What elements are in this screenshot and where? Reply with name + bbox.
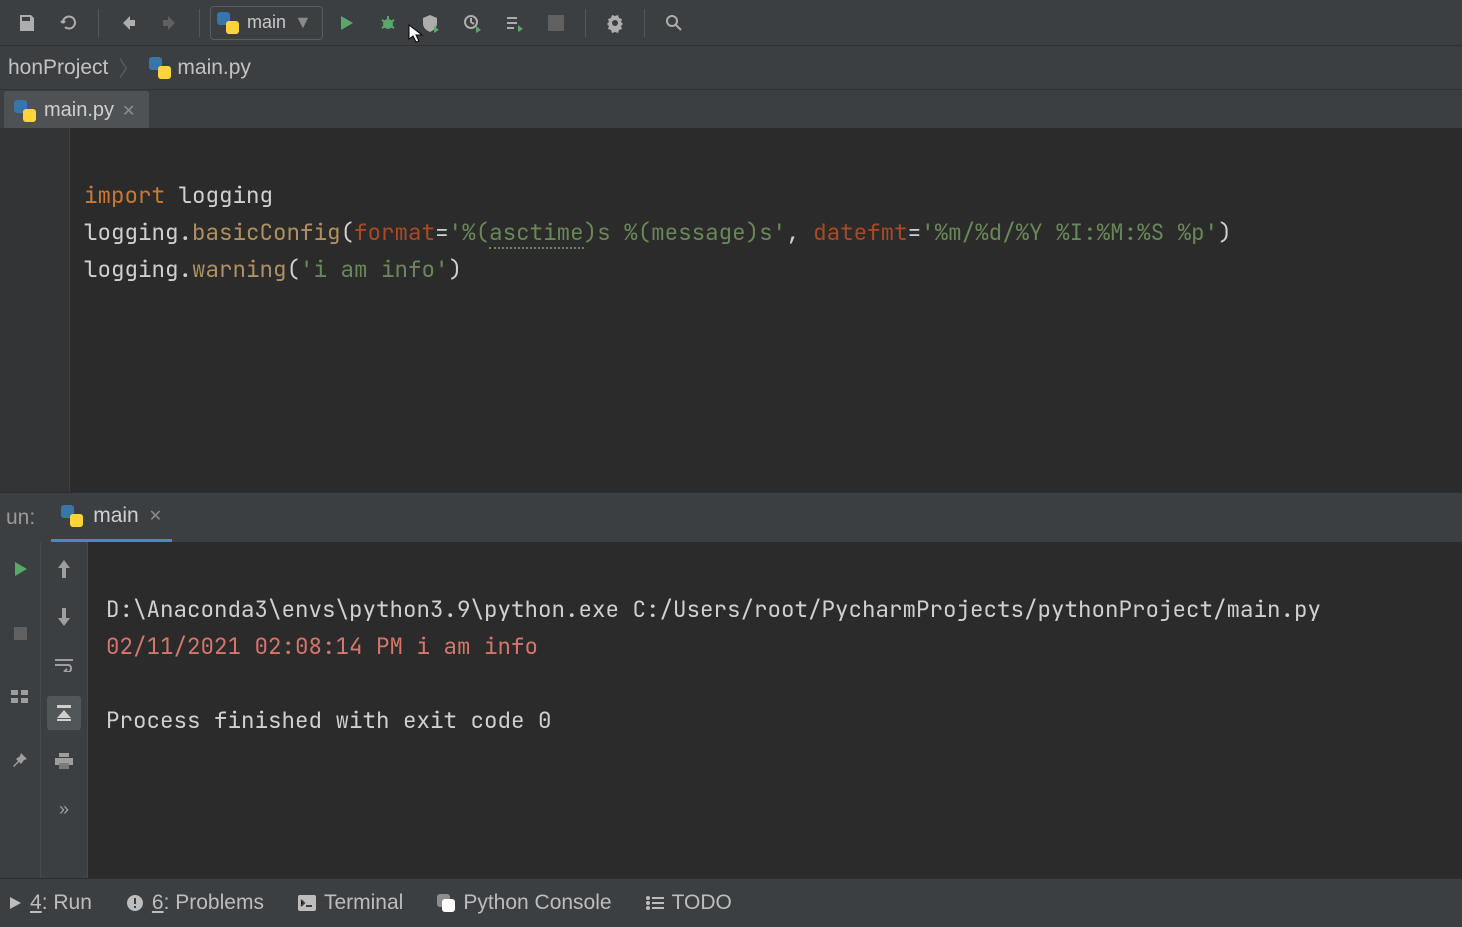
code-typo: asctime — [489, 217, 584, 249]
run-mid-gutter: » — [40, 542, 88, 878]
warning-icon — [126, 894, 144, 912]
code-str: '%m/%d/%Y %I:%M:%S %p' — [921, 217, 1218, 247]
code-text: , — [786, 217, 813, 247]
tool-terminal-label: Terminal — [324, 891, 403, 915]
run-config-selector[interactable]: main ▼ — [210, 6, 323, 40]
code-text: logging. — [84, 254, 192, 284]
scroll-up-icon[interactable] — [47, 552, 81, 586]
code-keyword: import — [84, 180, 165, 210]
editor-tab-label: main.py — [44, 99, 114, 122]
console-output[interactable]: D:\Anaconda3\envs\python3.9\python.exe C… — [88, 542, 1462, 878]
tool-python-console[interactable]: Python Console — [437, 891, 611, 915]
toolbar-separator — [199, 9, 200, 37]
code-str: )s %(message)s' — [584, 217, 787, 247]
code-text: ) — [1218, 217, 1232, 247]
stop-icon[interactable] — [537, 4, 575, 42]
run-anything-icon[interactable] — [495, 4, 533, 42]
run-panel-header: un: main ✕ — [0, 492, 1462, 542]
breadcrumb: honProject 〉 main.py — [0, 46, 1462, 90]
editor-tabbar: main.py ✕ — [0, 90, 1462, 128]
terminal-icon — [298, 895, 316, 911]
code-text: ) — [449, 254, 463, 284]
search-icon[interactable] — [655, 4, 693, 42]
close-icon[interactable]: ✕ — [149, 506, 162, 526]
code-func: basicConfig — [192, 217, 341, 247]
play-icon — [8, 896, 22, 910]
run-panel: » D:\Anaconda3\envs\python3.9\python.exe… — [0, 542, 1462, 878]
console-command: D:\Anaconda3\envs\python3.9\python.exe C… — [106, 594, 1321, 624]
console-warning: 02/11/2021 02:08:14 PM i am info — [106, 631, 538, 661]
rerun-icon[interactable] — [3, 552, 37, 586]
code-str: '%( — [449, 217, 490, 247]
python-icon — [217, 12, 239, 34]
python-icon — [61, 505, 83, 527]
toolbar-separator — [98, 9, 99, 37]
chevron-down-icon: ▼ — [294, 12, 312, 33]
debug-icon[interactable] — [369, 4, 407, 42]
more-icon[interactable]: » — [47, 792, 81, 826]
layout-icon[interactable] — [3, 680, 37, 714]
console-blank — [106, 668, 120, 698]
code-area[interactable]: import logging logging.basicConfig(forma… — [70, 128, 1246, 492]
tool-pyconsole-label: Python Console — [463, 891, 611, 915]
code-text: = — [435, 217, 449, 247]
tool-run-label: : Run — [42, 891, 92, 914]
editor-gutter[interactable] — [0, 128, 70, 492]
code-text: ( — [341, 217, 355, 247]
run-tab[interactable]: main ✕ — [51, 493, 172, 542]
profile-icon[interactable] — [453, 4, 491, 42]
tool-run[interactable]: 4: Run — [8, 891, 92, 915]
code-editor[interactable]: import logging logging.basicConfig(forma… — [0, 128, 1462, 492]
code-text: ( — [287, 254, 301, 284]
code-arg: datefmt — [813, 217, 908, 247]
settings-icon[interactable] — [596, 4, 634, 42]
run-tab-label: main — [93, 504, 139, 528]
run-panel-label: un: — [6, 506, 35, 530]
main-toolbar: main ▼ — [0, 0, 1462, 46]
tool-terminal[interactable]: Terminal — [298, 891, 403, 915]
toolbar-separator — [585, 9, 586, 37]
breadcrumb-file[interactable]: main.py — [149, 56, 251, 80]
code-func: warning — [192, 254, 287, 284]
scroll-down-icon[interactable] — [47, 600, 81, 634]
editor-tab[interactable]: main.py ✕ — [4, 91, 149, 128]
tool-problems-digit: 6 — [152, 891, 164, 914]
refresh-icon[interactable] — [50, 4, 88, 42]
breadcrumb-project-label: honProject — [8, 56, 108, 80]
coverage-icon[interactable] — [411, 4, 449, 42]
stop-icon[interactable] — [3, 616, 37, 650]
toolbar-separator — [644, 9, 645, 37]
breadcrumb-file-label: main.py — [177, 56, 251, 80]
scroll-to-end-icon[interactable] — [47, 696, 81, 730]
run-left-gutter — [0, 542, 40, 878]
pin-icon[interactable] — [3, 744, 37, 778]
run-config-label: main — [247, 12, 286, 33]
soft-wrap-icon[interactable] — [47, 648, 81, 682]
python-icon — [149, 57, 171, 79]
tool-todo-label: TODO — [672, 891, 732, 915]
code-text: = — [908, 217, 922, 247]
code-text: logging. — [84, 217, 192, 247]
python-icon — [437, 894, 455, 912]
tool-run-digit: 4 — [30, 891, 42, 914]
bottom-toolbar: 4: Run 6: Problems Terminal Python Conso… — [0, 878, 1462, 927]
forward-icon[interactable] — [151, 4, 189, 42]
back-icon[interactable] — [109, 4, 147, 42]
code-str: 'i am info' — [300, 254, 449, 284]
tool-problems-label: : Problems — [164, 891, 264, 914]
breadcrumb-project[interactable]: honProject — [8, 56, 108, 80]
python-icon — [14, 100, 36, 122]
tool-problems[interactable]: 6: Problems — [126, 891, 264, 915]
code-text: logging — [165, 180, 273, 210]
console-exit: Process finished with exit code 0 — [106, 705, 552, 735]
print-icon[interactable] — [47, 744, 81, 778]
list-icon — [646, 896, 664, 910]
save-icon[interactable] — [8, 4, 46, 42]
run-icon[interactable] — [327, 4, 365, 42]
code-arg: format — [354, 217, 435, 247]
breadcrumb-separator: 〉 — [118, 53, 139, 83]
close-icon[interactable]: ✕ — [122, 101, 135, 121]
tool-todo[interactable]: TODO — [646, 891, 732, 915]
